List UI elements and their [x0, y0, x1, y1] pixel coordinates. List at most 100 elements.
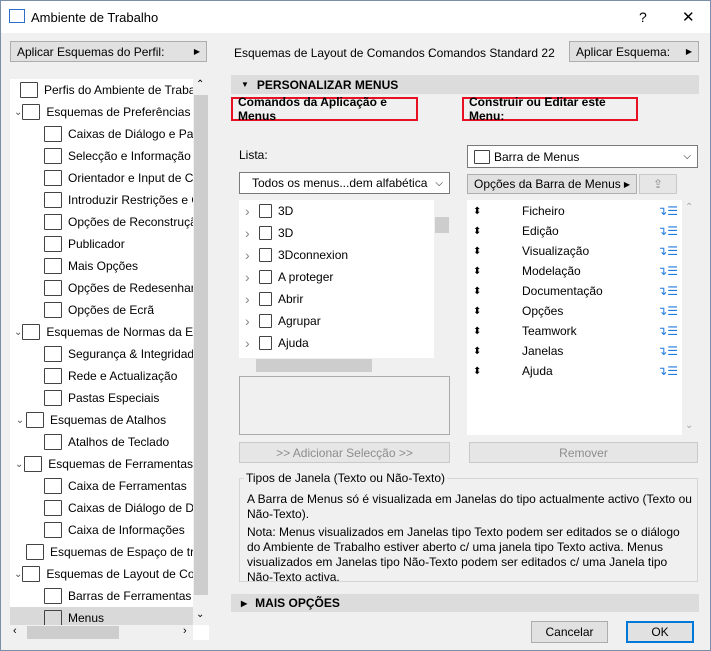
drag-handle-icon[interactable]: ⬍ — [467, 206, 522, 217]
apply-scheme-button[interactable]: Aplicar Esquema: ▶ — [569, 41, 699, 62]
menu-item[interactable]: ⬍ Teamwork ↴☰ — [467, 320, 682, 342]
scroll-left-icon[interactable]: ‹ — [13, 625, 17, 637]
tree-horizontal-scrollbar[interactable]: ‹ › — [10, 625, 193, 640]
chevron-down-icon[interactable]: ⌄ — [14, 415, 26, 426]
chevron-right-icon[interactable]: › — [245, 203, 259, 219]
commands-list[interactable]: › 3D › 3D › 3Dconnexion › A proteger › Abrir › Agru… — [239, 200, 434, 358]
menubar-options-button[interactable]: Opções da Barra de Menus ▶ — [467, 174, 637, 194]
tree-item[interactable]: Introduzir Restrições e Guias — [10, 189, 193, 211]
command-item[interactable]: › 3D — [245, 200, 293, 222]
insert-menu-icon[interactable]: ↴☰ — [657, 204, 678, 218]
chevron-down-icon[interactable]: ⌄ — [14, 459, 24, 470]
chevron-right-icon[interactable]: › — [245, 247, 259, 263]
insert-menu-icon[interactable]: ↴☰ — [657, 324, 678, 338]
menu-item[interactable]: ⬍ Janelas ↴☰ — [467, 340, 682, 362]
menu-item[interactable]: ⬍ Ajuda ↴☰ — [467, 360, 682, 382]
tree-item[interactable]: Caixas de Diálogo de Definições — [10, 497, 193, 519]
tree-item[interactable]: Opções de Ecrã — [10, 299, 193, 321]
ok-button[interactable]: OK — [626, 621, 694, 643]
tree-item[interactable]: Barras de Ferramentas — [10, 585, 193, 607]
chevron-right-icon[interactable]: › — [245, 225, 259, 241]
command-item[interactable]: › 3D — [245, 222, 293, 244]
insert-menu-icon[interactable]: ↴☰ — [657, 304, 678, 318]
tree-item[interactable]: ⌄ Esquemas de Atalhos — [10, 409, 193, 431]
menu-item[interactable]: ⬍ Edição ↴☰ — [467, 220, 682, 242]
remove-button[interactable]: Remover — [469, 442, 698, 463]
menu-item[interactable]: ⬍ Visualização ↴☰ — [467, 240, 682, 262]
commands-horizontal-scrollbar[interactable] — [239, 358, 450, 373]
tree-item[interactable]: Atalhos de Teclado — [10, 431, 193, 453]
insert-menu-icon[interactable]: ↴☰ — [657, 284, 678, 298]
close-button[interactable]: ✕ — [682, 8, 695, 26]
help-button[interactable]: ? — [639, 9, 647, 25]
drag-handle-icon[interactable]: ⬍ — [467, 366, 522, 377]
more-options-section[interactable]: ▶ MAIS OPÇÕES — [231, 594, 699, 612]
export-menu-button[interactable]: ⇪ — [639, 174, 677, 194]
tree-item[interactable]: Pastas Especiais — [10, 387, 193, 409]
add-selection-button[interactable]: >> Adicionar Selecção >> — [239, 442, 450, 463]
tree-item[interactable]: Opções de Redesenhar A — [10, 277, 193, 299]
chevron-down-icon[interactable]: ⌄ — [14, 327, 22, 338]
menu-items-scrollbar[interactable]: ⌃ ⌄ — [682, 200, 698, 435]
menu-items-list[interactable]: ⬍ Ficheiro ↴☰ ⬍ Edição ↴☰ ⬍ Visualização ↴☰ ⬍ Mode… — [467, 200, 682, 435]
drag-handle-icon[interactable]: ⬍ — [467, 346, 522, 357]
menu-item[interactable]: ⬍ Ficheiro ↴☰ — [467, 200, 682, 222]
scroll-right-icon[interactable]: › — [183, 625, 187, 637]
insert-menu-icon[interactable]: ↴☰ — [657, 244, 678, 258]
chevron-right-icon[interactable]: › — [245, 269, 259, 285]
tree-vertical-scrollbar[interactable]: ⌃ ⌄ — [193, 79, 209, 625]
tree-item[interactable]: Caixa de Informações — [10, 519, 193, 541]
menu-item[interactable]: ⬍ Modelação ↴☰ — [467, 260, 682, 282]
customize-menus-section[interactable]: ▼ PERSONALIZAR MENUS — [231, 75, 699, 94]
commands-vertical-scrollbar[interactable] — [434, 200, 450, 358]
command-item[interactable]: › Ajuda — [245, 332, 309, 354]
tree-item[interactable]: Publicador — [10, 233, 193, 255]
settings-tree[interactable]: Perfis do Ambiente de Trabalho ⌄ Esquemas … — [10, 79, 209, 640]
scroll-up-icon[interactable]: ⌃ — [196, 79, 204, 90]
command-item[interactable]: › Agrupar — [245, 310, 321, 332]
drag-handle-icon[interactable]: ⬍ — [467, 326, 522, 337]
command-item[interactable]: › Abrir — [245, 288, 303, 310]
command-item[interactable]: › 3Dconnexion — [245, 244, 348, 266]
chevron-right-icon[interactable]: › — [245, 291, 259, 307]
tree-item[interactable]: Rede e Actualização — [10, 365, 193, 387]
cancel-button[interactable]: Cancelar — [531, 621, 608, 643]
tree-item[interactable]: Mais Opções — [10, 255, 193, 277]
tree-item[interactable]: Caixas de Diálogo e Paletas — [10, 123, 193, 145]
tree-item[interactable]: Opções de Reconstrução — [10, 211, 193, 233]
tree-item-label: Segurança & Integridade — [68, 347, 193, 361]
drag-handle-icon[interactable]: ⬍ — [467, 266, 522, 277]
drag-handle-icon[interactable]: ⬍ — [467, 246, 522, 257]
tree-item-label: Esquemas de Espaço de trabalho — [50, 545, 193, 559]
chevron-down-icon[interactable]: ⌄ — [14, 569, 22, 580]
tree-item[interactable]: Selecção e Informação de Elementos — [10, 145, 193, 167]
command-item[interactable]: › A proteger — [245, 266, 333, 288]
drag-handle-icon[interactable]: ⬍ — [467, 286, 522, 297]
tree-item[interactable]: ⌄ Esquemas de Normas da Empresa — [10, 321, 193, 343]
insert-menu-icon[interactable]: ↴☰ — [657, 224, 678, 238]
tree-item[interactable]: Caixa de Ferramentas — [10, 475, 193, 497]
tree-item[interactable]: ⌄ Esquemas de Layout de Comandos — [10, 563, 193, 585]
tree-item[interactable]: Perfis do Ambiente de Trabalho — [10, 79, 193, 101]
insert-menu-icon[interactable]: ↴☰ — [657, 344, 678, 358]
tree-item-label: Caixas de Diálogo e Paletas — [68, 127, 193, 141]
list-filter-select[interactable]: Todos os menus...dem alfabética ⌵ — [239, 172, 450, 194]
menu-item[interactable]: ⬍ Opções ↴☰ — [467, 300, 682, 322]
chevron-down-icon[interactable]: ⌄ — [14, 107, 22, 118]
tree-item[interactable]: Orientador e Input de Coordenadas — [10, 167, 193, 189]
menu-select[interactable]: Barra de Menus ⌵ — [467, 145, 698, 168]
insert-menu-icon[interactable]: ↴☰ — [657, 264, 678, 278]
apply-profile-button[interactable]: Aplicar Esquemas do Perfil: ▶ — [10, 41, 207, 62]
tree-item[interactable]: ⌄ Esquemas de Ferramentas — [10, 453, 193, 475]
scroll-down-icon[interactable]: ⌄ — [196, 609, 204, 620]
tree-item[interactable]: Segurança & Integridade — [10, 343, 193, 365]
drag-handle-icon[interactable]: ⬍ — [467, 306, 522, 317]
chevron-right-icon[interactable]: › — [245, 313, 259, 329]
menu-item-label: Ficheiro — [522, 204, 565, 218]
tree-item[interactable]: ⌄ Esquemas de Preferências do Utilizador — [10, 101, 193, 123]
insert-menu-icon[interactable]: ↴☰ — [657, 364, 678, 378]
chevron-right-icon[interactable]: › — [245, 335, 259, 351]
drag-handle-icon[interactable]: ⬍ — [467, 226, 522, 237]
menu-item[interactable]: ⬍ Documentação ↴☰ — [467, 280, 682, 302]
tree-item[interactable]: Esquemas de Espaço de trabalho — [10, 541, 193, 563]
